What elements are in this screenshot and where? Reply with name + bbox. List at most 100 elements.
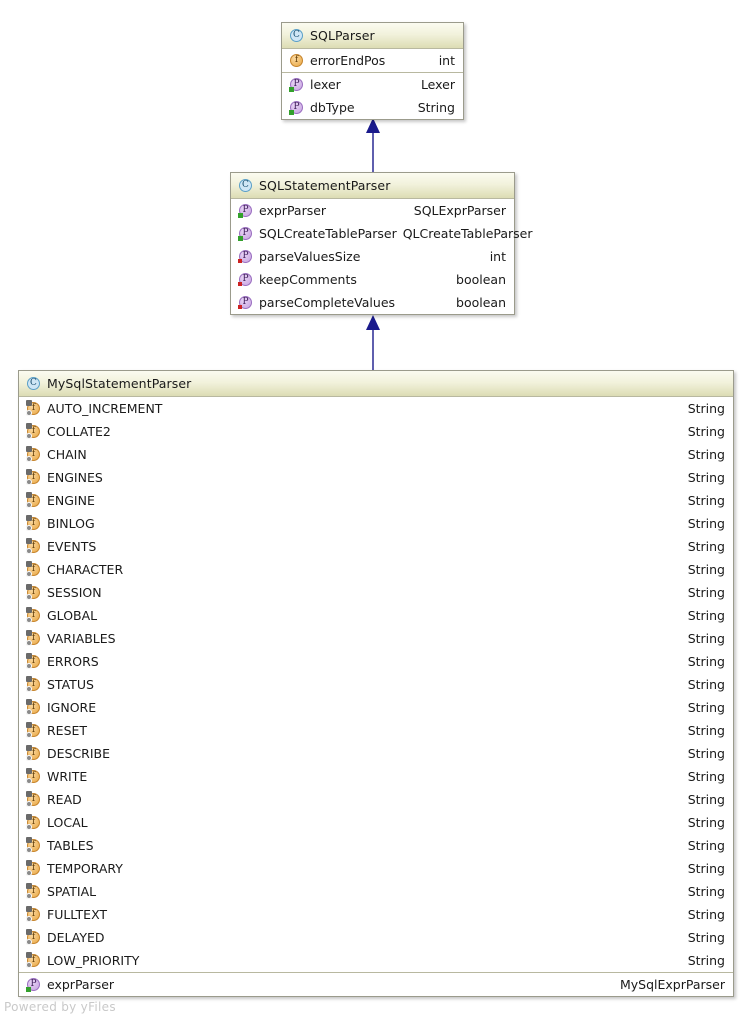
member-row[interactable]: f SPATIAL String: [19, 880, 733, 903]
member-type: String: [687, 838, 725, 853]
class-section-properties: P exprParser SQLExprParser P SQLCreateTa…: [231, 199, 533, 314]
member-type: String: [687, 585, 725, 600]
member-row[interactable]: f CHARACTER String: [19, 558, 733, 581]
member-type: int: [438, 53, 455, 68]
member-row[interactable]: f EVENTS String: [19, 535, 733, 558]
static-final-field-icon: f: [26, 492, 41, 508]
member-row[interactable]: f SESSION String: [19, 581, 733, 604]
member-row[interactable]: f LOW_PRIORITY String: [19, 949, 733, 972]
member-row[interactable]: f CHAIN String: [19, 443, 733, 466]
member-type: String: [687, 884, 725, 899]
member-row[interactable]: f ENGINES String: [19, 466, 733, 489]
member-name: LOCAL: [47, 815, 88, 830]
member-row[interactable]: P dbType String: [282, 96, 463, 119]
member-type: String: [687, 401, 725, 416]
member-name: ENGINE: [47, 493, 95, 508]
member-row[interactable]: f FULLTEXT String: [19, 903, 733, 926]
member-type: SQLExprParser: [413, 203, 506, 218]
uml-class-sqlstatementparser[interactable]: C SQLStatementParser P exprParser SQLExp…: [230, 172, 533, 315]
static-final-field-icon: f: [26, 906, 41, 922]
static-final-field-icon: f: [26, 653, 41, 669]
static-final-field-icon: f: [26, 699, 41, 715]
member-row[interactable]: P lexer Lexer: [282, 73, 463, 96]
member-row[interactable]: P exprParser MySqlExprParser: [19, 973, 733, 996]
member-type: String: [687, 815, 725, 830]
member-type: String: [687, 769, 725, 784]
member-row[interactable]: P SQLCreateTableParser QLCreateTablePars…: [231, 222, 533, 245]
member-type: boolean: [456, 272, 506, 287]
member-name: TABLES: [47, 838, 94, 853]
member-row[interactable]: f IGNORE String: [19, 696, 733, 719]
member-name: IGNORE: [47, 700, 97, 715]
static-final-field-icon: f: [26, 515, 41, 531]
member-name: exprParser: [47, 977, 115, 992]
member-type: String: [687, 907, 725, 922]
uml-class-mysqlstatementparser[interactable]: C MySqlStatementParser f AUTO_INCREMENT St…: [18, 370, 734, 997]
member-name: VARIABLES: [47, 631, 116, 646]
member-row[interactable]: P parseCompleteValues boolean: [231, 291, 514, 314]
member-type: String: [687, 792, 725, 807]
member-name: READ: [47, 792, 82, 807]
static-final-field-icon: f: [26, 883, 41, 899]
static-final-field-icon: f: [26, 837, 41, 853]
member-row[interactable]: f DESCRIBE String: [19, 742, 733, 765]
property-icon: P: [238, 249, 253, 264]
uml-class-sqlparser[interactable]: C SQLParser f errorEndPos int P lexer Le…: [281, 22, 464, 120]
class-name: MySqlStatementParser: [47, 375, 192, 391]
member-row[interactable]: P exprParser SQLExprParser: [231, 199, 514, 222]
member-type: String: [687, 516, 725, 531]
member-name: parseCompleteValues: [259, 295, 396, 310]
member-row[interactable]: f ENGINE String: [19, 489, 733, 512]
edge-sqlstatement-to-sqlparser: [363, 118, 383, 172]
member-row[interactable]: f VARIABLES String: [19, 627, 733, 650]
member-row[interactable]: f GLOBAL String: [19, 604, 733, 627]
member-row[interactable]: f DELAYED String: [19, 926, 733, 949]
member-row[interactable]: f TABLES String: [19, 834, 733, 857]
member-row[interactable]: f ERRORS String: [19, 650, 733, 673]
property-icon: P: [238, 295, 253, 310]
member-name: lexer: [310, 77, 341, 92]
member-name: keepComments: [259, 272, 357, 287]
member-type: Lexer: [420, 77, 455, 92]
static-final-field-icon: f: [26, 952, 41, 968]
member-name: CHARACTER: [47, 562, 124, 577]
class-icon: C: [238, 178, 253, 193]
property-icon: P: [289, 100, 304, 115]
member-row[interactable]: f READ String: [19, 788, 733, 811]
member-row[interactable]: f TEMPORARY String: [19, 857, 733, 880]
member-row[interactable]: f COLLATE2 String: [19, 420, 733, 443]
member-row[interactable]: f STATUS String: [19, 673, 733, 696]
class-header-mysqlstatementparser: C MySqlStatementParser: [19, 371, 733, 397]
class-section-fields: f errorEndPos int: [282, 49, 463, 72]
static-final-field-icon: f: [26, 446, 41, 462]
member-row[interactable]: P keepComments boolean: [231, 268, 514, 291]
member-row[interactable]: f LOCAL String: [19, 811, 733, 834]
yfiles-watermark: Powered by yFiles: [4, 1000, 116, 1014]
class-header-sqlparser: C SQLParser: [282, 23, 463, 49]
member-name: SESSION: [47, 585, 102, 600]
member-type: String: [687, 608, 725, 623]
static-final-field-icon: f: [26, 791, 41, 807]
member-name: LOW_PRIORITY: [47, 953, 140, 968]
member-row[interactable]: f AUTO_INCREMENT String: [19, 397, 733, 420]
member-row[interactable]: f WRITE String: [19, 765, 733, 788]
member-row[interactable]: f BINLOG String: [19, 512, 733, 535]
edge-mysql-to-sqlstatement: [363, 315, 383, 370]
class-section-properties: P lexer Lexer P dbType String: [282, 72, 463, 119]
member-row[interactable]: P parseValuesSize int: [231, 245, 514, 268]
member-row[interactable]: f RESET String: [19, 719, 733, 742]
static-final-field-icon: f: [26, 584, 41, 600]
member-type: String: [687, 677, 725, 692]
class-name: SQLParser: [310, 27, 375, 43]
static-final-field-icon: f: [26, 722, 41, 738]
static-final-field-icon: f: [26, 768, 41, 784]
member-row[interactable]: f errorEndPos int: [282, 49, 463, 72]
member-type: boolean: [456, 295, 506, 310]
member-name: ERRORS: [47, 654, 99, 669]
member-type: String: [687, 723, 725, 738]
property-icon: P: [238, 226, 253, 241]
static-final-field-icon: f: [26, 400, 41, 416]
static-final-field-icon: f: [26, 745, 41, 761]
member-type: String: [687, 562, 725, 577]
class-header-sqlstatementparser: C SQLStatementParser: [231, 173, 514, 199]
